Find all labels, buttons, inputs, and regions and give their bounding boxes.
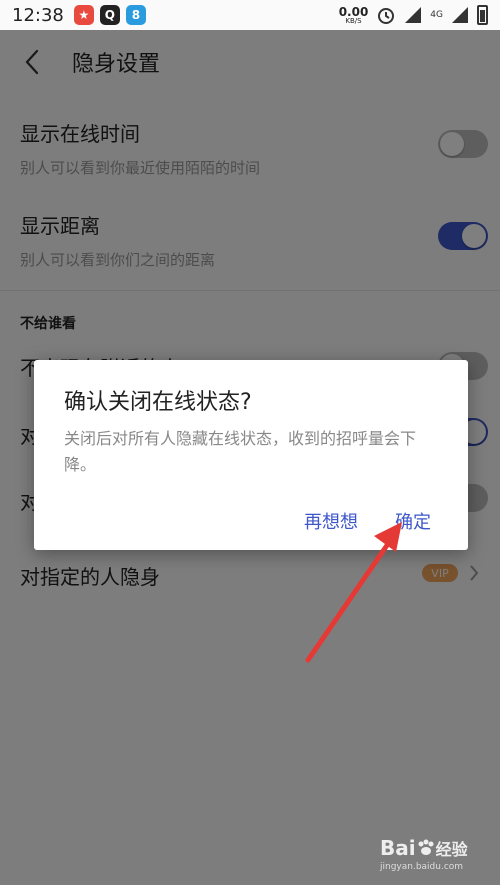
network-label: 4G <box>430 10 443 20</box>
confirm-button[interactable]: 确定 <box>389 504 437 538</box>
status-time: 12:38 <box>12 4 64 26</box>
confirm-dialog: 确认关闭在线状态? 关闭后对所有人隐藏在线状态，收到的招呼量会下降。 再想想 确… <box>34 360 468 550</box>
net-speed: 0.00 KB/S <box>338 4 369 25</box>
dialog-message: 关闭后对所有人隐藏在线状态，收到的招呼量会下降。 <box>64 429 417 474</box>
cancel-button[interactable]: 再想想 <box>298 504 364 538</box>
dialog-title: 确认关闭在线状态? <box>64 390 252 415</box>
signal-icon-2 <box>452 7 468 23</box>
watermark: Bai 经验 jingyan.baidu.com <box>380 836 490 872</box>
watermark-logo: Bai 经验 <box>380 836 468 860</box>
paw-icon <box>418 839 434 855</box>
app-icon-blue: 8 <box>125 5 146 25</box>
status-indicators: 0.00 KB/S 4G <box>339 5 488 25</box>
battery-icon <box>477 5 488 25</box>
signal-icon <box>405 7 422 23</box>
app-icon-dark: Q <box>99 5 120 25</box>
watermark-url: jingyan.baidu.com <box>380 862 464 872</box>
status-bar: 12:38 ★ Q 8 0.00 KB/S 4G <box>0 0 500 30</box>
alarm-icon <box>378 8 395 24</box>
app-icon-red: ★ <box>73 5 94 25</box>
